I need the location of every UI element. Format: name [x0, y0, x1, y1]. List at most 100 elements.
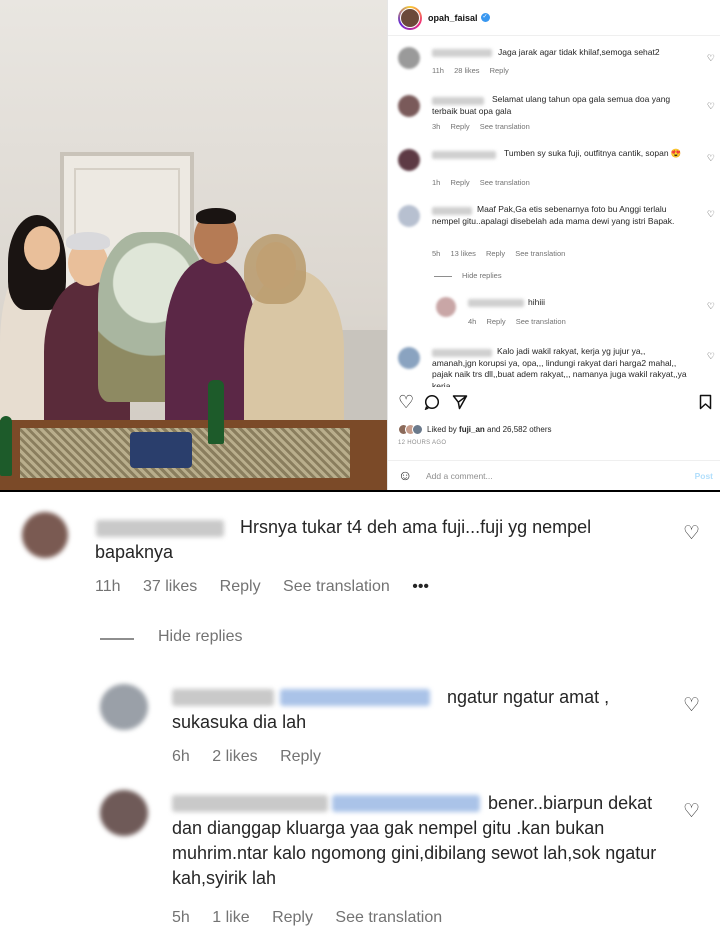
- comment-likes[interactable]: 28 likes: [454, 66, 479, 75]
- reply-likes[interactable]: 2 likes: [212, 748, 257, 765]
- comment-text: Tumben sy suka fuji, outfitnya cantik, s…: [504, 148, 682, 158]
- commenter-avatar[interactable]: [398, 205, 420, 227]
- photo-person-2-cap: [66, 232, 110, 250]
- commenter-avatar[interactable]: [398, 347, 420, 369]
- add-comment-input[interactable]: Add a comment...: [426, 471, 493, 481]
- hide-replies-line: [100, 638, 134, 640]
- reply-meta: 5h 1 like Reply See translation: [172, 909, 460, 927]
- comment-text: Hrsnya tukar t4 deh ama fuji...fuji yg n…: [95, 517, 592, 562]
- like-heart-icon[interactable]: ♡: [707, 101, 715, 112]
- commenter-avatar[interactable]: [398, 47, 420, 69]
- comment-meta: 11h 37 likes Reply See translation •••: [95, 578, 447, 596]
- blurred-username: [432, 49, 492, 57]
- comment-text: Maaf Pak,Ga etis sebenarnya foto bu Angg…: [432, 204, 675, 226]
- like-heart-icon[interactable]: ♡: [398, 392, 414, 413]
- commenter-avatar[interactable]: [398, 149, 420, 171]
- post-username[interactable]: opah_faisal: [428, 13, 478, 23]
- see-translation-button[interactable]: See translation: [515, 249, 565, 258]
- instagram-post-panel: opah_faisal ✓ Jaga jarak agar tidak khil…: [0, 0, 720, 490]
- commenter-avatar[interactable]: [398, 95, 420, 117]
- commenter-avatar[interactable]: [22, 512, 68, 558]
- see-translation-button[interactable]: See translation: [516, 317, 566, 326]
- see-translation-button[interactable]: See translation: [480, 178, 530, 187]
- share-icon[interactable]: [452, 394, 468, 415]
- comment-text: Selamat ulang tahun opa gala semua doa y…: [432, 94, 671, 116]
- emoji-icon[interactable]: ☺: [398, 467, 412, 483]
- post-header: opah_faisal ✓: [388, 0, 720, 36]
- like-heart-icon[interactable]: ♡: [707, 351, 715, 362]
- like-heart-icon[interactable]: ♡: [707, 209, 715, 220]
- reply-button[interactable]: Reply: [450, 178, 469, 187]
- see-translation-button[interactable]: See translation: [283, 578, 390, 595]
- comment-likes[interactable]: 13 likes: [450, 249, 475, 258]
- reply-button[interactable]: Reply: [486, 317, 505, 326]
- hide-replies-line: [434, 276, 452, 277]
- post-photo[interactable]: [0, 0, 387, 490]
- reply-button[interactable]: Reply: [490, 66, 509, 75]
- reply-button[interactable]: Reply: [486, 249, 505, 258]
- comment-time: 5h: [432, 249, 441, 258]
- commenter-avatar[interactable]: [100, 684, 148, 730]
- liked-by-suffix[interactable]: and 26,582 others: [485, 425, 552, 434]
- comments-list[interactable]: Jaga jarak agar tidak khilaf,semoga seha…: [388, 37, 720, 387]
- see-translation-button[interactable]: See translation: [480, 122, 530, 131]
- photo-bottle: [208, 380, 224, 444]
- reply-button[interactable]: Reply: [272, 909, 313, 926]
- reply-time: 6h: [172, 748, 190, 765]
- reply-text: hihiii: [528, 297, 546, 307]
- post-comment-button[interactable]: Post: [695, 471, 713, 481]
- comment-meta: 3h Reply See translation: [432, 122, 538, 131]
- post-timestamp: 12 HOURS AGO: [398, 440, 447, 446]
- reply-time: 5h: [172, 909, 190, 926]
- liked-by-prefix: Liked by: [427, 425, 460, 434]
- add-comment-bar: ☺ Add a comment... Post: [388, 460, 720, 490]
- liker-avatar: [412, 424, 423, 435]
- comment-text: Kalo jadi wakil rakyat, kerja yg jujur y…: [432, 346, 687, 387]
- photo-person-1-face: [24, 226, 60, 270]
- see-translation-button[interactable]: See translation: [335, 909, 442, 926]
- post-actions-bar: ♡: [388, 392, 720, 416]
- reply-likes[interactable]: 1 like: [212, 909, 249, 926]
- liked-by-row[interactable]: Liked by fuji_an and 26,582 others: [398, 424, 552, 435]
- comment-time: 1h: [432, 178, 441, 187]
- comment-meta: 5h 13 likes Reply See translation: [432, 249, 573, 258]
- reply-text: ngatur ngatur amat , sukasuka dia lah: [172, 687, 610, 732]
- comment-likes[interactable]: 37 likes: [143, 578, 197, 595]
- reply-button[interactable]: Reply: [450, 122, 469, 131]
- hide-replies-button[interactable]: Hide replies: [462, 271, 502, 280]
- reply-meta: 6h 2 likes Reply: [172, 748, 339, 766]
- like-heart-icon[interactable]: ♡: [683, 800, 700, 823]
- comment-time: 3h: [432, 122, 441, 131]
- comment-text: Jaga jarak agar tidak khilaf,semoga seha…: [498, 47, 660, 57]
- like-heart-icon[interactable]: ♡: [707, 53, 715, 64]
- photo-person-4-hijab: [244, 234, 306, 304]
- comment-time: 11h: [95, 578, 121, 595]
- comment-meta: 1h Reply See translation: [432, 178, 538, 187]
- blurred-username: [468, 299, 524, 307]
- reply-time: 4h: [468, 317, 477, 326]
- photo-bottle-2: [0, 416, 12, 476]
- liked-by-user[interactable]: fuji_an: [459, 425, 485, 434]
- like-heart-icon[interactable]: ♡: [707, 153, 715, 164]
- like-heart-icon[interactable]: ♡: [683, 522, 700, 545]
- like-heart-icon[interactable]: ♡: [683, 694, 700, 717]
- comment-icon[interactable]: [424, 394, 440, 415]
- reply-button[interactable]: Reply: [280, 748, 321, 765]
- reply-text: bener..biarpun dekat dan dianggap kluarg…: [172, 793, 657, 888]
- post-sidebar: opah_faisal ✓ Jaga jarak agar tidak khil…: [387, 0, 720, 490]
- story-ring[interactable]: [398, 5, 422, 30]
- bookmark-icon[interactable]: [699, 394, 712, 415]
- hide-replies-button[interactable]: Hide replies: [158, 628, 242, 646]
- zoomed-comments-panel: Hrsnya tukar t4 deh ama fuji...fuji yg n…: [0, 492, 720, 932]
- commenter-avatar[interactable]: [436, 297, 456, 317]
- verified-badge-icon: ✓: [480, 13, 490, 22]
- reply-meta: 4h Reply See translation: [468, 317, 574, 326]
- photo-person-3-hair: [196, 208, 236, 224]
- commenter-avatar[interactable]: [100, 790, 148, 836]
- comment-meta: 11h 28 likes Reply: [432, 66, 517, 75]
- like-heart-icon[interactable]: ♡: [707, 301, 715, 312]
- more-options-icon[interactable]: •••: [412, 578, 429, 595]
- profile-avatar[interactable]: [400, 7, 420, 28]
- comment-time: 11h: [432, 66, 444, 75]
- reply-button[interactable]: Reply: [220, 578, 261, 595]
